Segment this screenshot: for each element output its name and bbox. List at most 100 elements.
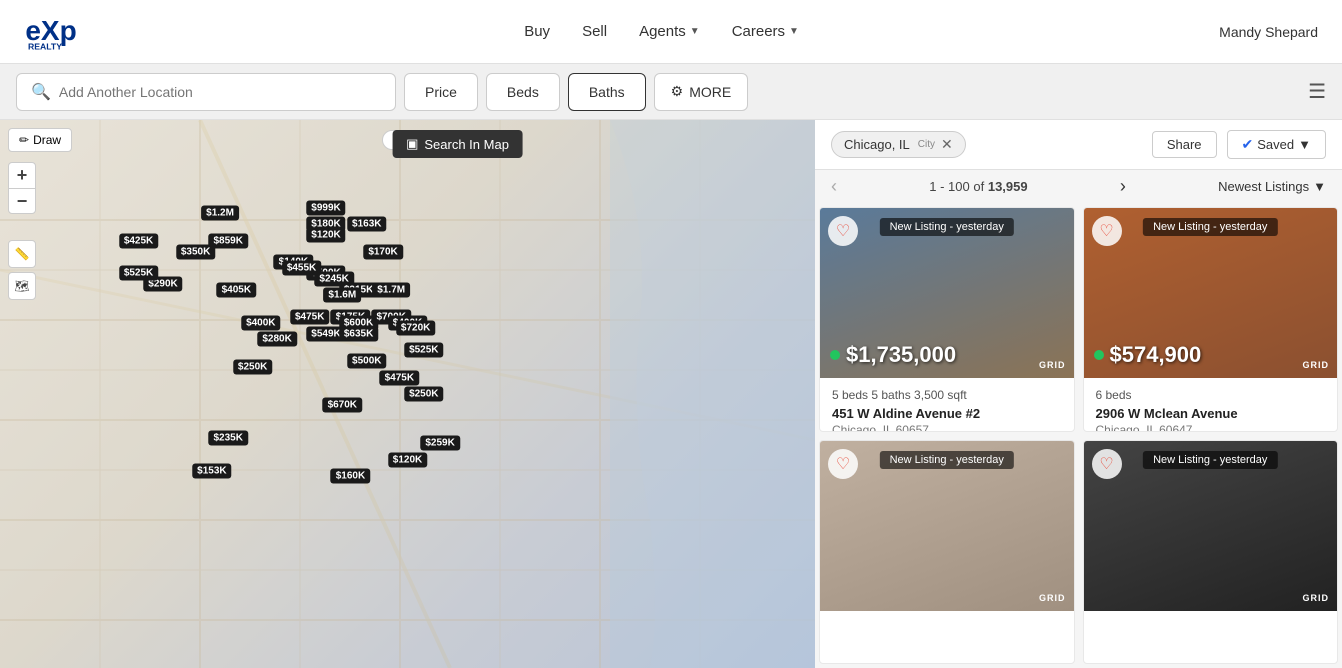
sort-dropdown[interactable]: Newest Listings ▼: [1218, 179, 1326, 194]
saved-button[interactable]: ✔ Saved ▼: [1227, 130, 1326, 159]
price-pin[interactable]: $235K: [208, 430, 247, 445]
search-input[interactable]: [59, 84, 381, 100]
listing-price: $1,735,000: [830, 342, 956, 368]
zoom-out-button[interactable]: −: [8, 188, 36, 214]
price-pin[interactable]: $475K: [380, 370, 419, 385]
agents-dropdown-icon: ▼: [690, 26, 700, 37]
nav-agents[interactable]: Agents ▼: [639, 23, 700, 40]
nav-sell[interactable]: Sell: [582, 23, 607, 40]
price-pin[interactable]: $1.7M: [372, 282, 410, 297]
right-panel: Chicago, IL City ✕ Share ✔ Saved ▼ ‹ 1 -: [815, 120, 1342, 668]
more-filter-button[interactable]: ⚙ MORE: [654, 73, 749, 111]
pagination-info: 1 - 100 of 13,959: [929, 179, 1027, 194]
grid-logo-text: GRID: [1303, 593, 1330, 603]
price-pin[interactable]: $160K: [331, 469, 370, 484]
price-pin[interactable]: $500K: [347, 354, 386, 369]
beds-filter-button[interactable]: Beds: [486, 73, 560, 111]
listing-save-button[interactable]: ♡: [1092, 216, 1122, 246]
price-dot: [1094, 350, 1104, 360]
price-pin[interactable]: $475K: [290, 310, 329, 325]
price-pin[interactable]: $153K: [192, 463, 231, 478]
listing-badge: New Listing - yesterday: [1143, 218, 1277, 236]
grid-logo: GRID: [1303, 360, 1330, 370]
grid-logo: GRID: [1303, 593, 1330, 603]
city-name: Chicago, IL: [844, 137, 910, 152]
price-pin[interactable]: $1.6M: [323, 288, 361, 303]
next-page-button[interactable]: ›: [1120, 176, 1126, 197]
share-button[interactable]: Share: [1152, 131, 1217, 158]
nav-careers[interactable]: Careers ▼: [732, 23, 799, 40]
listing-image: ♡ New Listing - yesterday GRID: [820, 441, 1074, 611]
price-pin[interactable]: $720K: [396, 321, 435, 336]
price-pin[interactable]: $250K: [233, 359, 272, 374]
remove-city-tag-button[interactable]: ✕: [941, 136, 953, 153]
listing-save-button[interactable]: ♡: [1092, 449, 1122, 479]
search-in-map-button[interactable]: ▣ Search In Map: [392, 130, 523, 158]
price-pin[interactable]: $525K: [404, 343, 443, 358]
results-actions: Share ✔ Saved ▼: [1152, 130, 1326, 159]
price-pin[interactable]: $425K: [119, 233, 158, 248]
grid-logo-text: GRID: [1039, 593, 1066, 603]
listing-card[interactable]: ♡ New Listing - yesterday $574,900 GRID …: [1083, 207, 1339, 432]
listings-grid: ♡ New Listing - yesterday $1,735,000 GRI…: [815, 203, 1342, 668]
nav-buy[interactable]: Buy: [524, 23, 550, 40]
search-filter-bar: 🔍 Price Beds Baths ⚙ MORE ☰: [0, 64, 1342, 120]
price-pin[interactable]: $120K: [306, 228, 345, 243]
map-ruler-tool[interactable]: 📏: [8, 240, 36, 268]
listing-badge: New Listing - yesterday: [880, 451, 1014, 469]
main-content: ✏ Draw + − 📏 🗺 12:45 ▣ Search In Map $1.…: [0, 120, 1342, 668]
listing-card[interactable]: ♡ New Listing - yesterday $1,735,000 GRI…: [819, 207, 1075, 432]
listing-price: $574,900: [1094, 342, 1202, 368]
price-pin[interactable]: $400K: [241, 315, 280, 330]
price-pin[interactable]: $120K: [388, 452, 427, 467]
city-filter-tag[interactable]: Chicago, IL City ✕: [831, 131, 966, 158]
listing-info: 5 beds 5 baths 3,500 sqft 451 W Aldine A…: [820, 378, 1074, 432]
grid-toggle-button[interactable]: ☰: [1308, 79, 1326, 104]
price-pin[interactable]: $670K: [323, 397, 362, 412]
listing-save-button[interactable]: ♡: [828, 449, 858, 479]
price-filter-button[interactable]: Price: [404, 73, 478, 111]
grid-logo-text: GRID: [1303, 360, 1330, 370]
prev-page-button[interactable]: ‹: [831, 176, 837, 197]
listing-badge: New Listing - yesterday: [880, 218, 1014, 236]
price-pin[interactable]: $250K: [404, 387, 443, 402]
zoom-controls: + −: [8, 162, 36, 214]
price-pin[interactable]: $405K: [217, 282, 256, 297]
price-pin[interactable]: $259K: [420, 436, 459, 451]
main-nav: Buy Sell Agents ▼ Careers ▼: [524, 23, 799, 40]
price-pin[interactable]: $350K: [176, 244, 215, 259]
listing-badge: New Listing - yesterday: [1143, 451, 1277, 469]
logo[interactable]: eXp REALTY: [24, 10, 104, 54]
price-pin[interactable]: $1.2M: [201, 206, 239, 221]
listing-save-button[interactable]: ♡: [828, 216, 858, 246]
search-icon: 🔍: [31, 82, 51, 102]
baths-filter-button[interactable]: Baths: [568, 73, 646, 111]
draw-icon: ✏: [19, 133, 29, 147]
listing-info: 6 beds 2906 W Mclean Avenue Chicago, IL …: [1084, 378, 1338, 432]
listing-address: 451 W Aldine Avenue #2: [832, 406, 1062, 421]
price-pin[interactable]: $635K: [339, 326, 378, 341]
city-type: City: [918, 139, 935, 150]
price-pin[interactable]: $999K: [306, 200, 345, 215]
search-box: 🔍: [16, 73, 396, 111]
logo-image: eXp REALTY: [24, 10, 104, 54]
listing-address: 2906 W Mclean Avenue: [1096, 406, 1326, 421]
results-bar: Chicago, IL City ✕ Share ✔ Saved ▼: [815, 120, 1342, 170]
map-area[interactable]: ✏ Draw + − 📏 🗺 12:45 ▣ Search In Map $1.…: [0, 120, 815, 668]
zoom-in-button[interactable]: +: [8, 162, 36, 188]
listing-city: Chicago, IL 60647: [1096, 423, 1326, 432]
price-pin[interactable]: $280K: [257, 332, 296, 347]
price-pin[interactable]: $525K: [119, 266, 158, 281]
sort-dropdown-icon: ▼: [1313, 179, 1326, 194]
user-name[interactable]: Mandy Shepard: [1219, 24, 1318, 40]
map-layer-tool[interactable]: 🗺: [8, 272, 36, 300]
saved-check-icon: ✔: [1242, 136, 1254, 153]
pagination-prev: ‹: [831, 176, 837, 197]
draw-button[interactable]: ✏ Draw: [8, 128, 72, 152]
listing-card[interactable]: ♡ New Listing - yesterday GRID: [819, 440, 1075, 665]
price-pin[interactable]: $170K: [363, 244, 402, 259]
listing-image: ♡ New Listing - yesterday $574,900 GRID: [1084, 208, 1338, 378]
price-pin[interactable]: $163K: [347, 217, 386, 232]
header: eXp REALTY Buy Sell Agents ▼ Careers ▼ M…: [0, 0, 1342, 64]
listing-card[interactable]: ♡ New Listing - yesterday GRID: [1083, 440, 1339, 665]
